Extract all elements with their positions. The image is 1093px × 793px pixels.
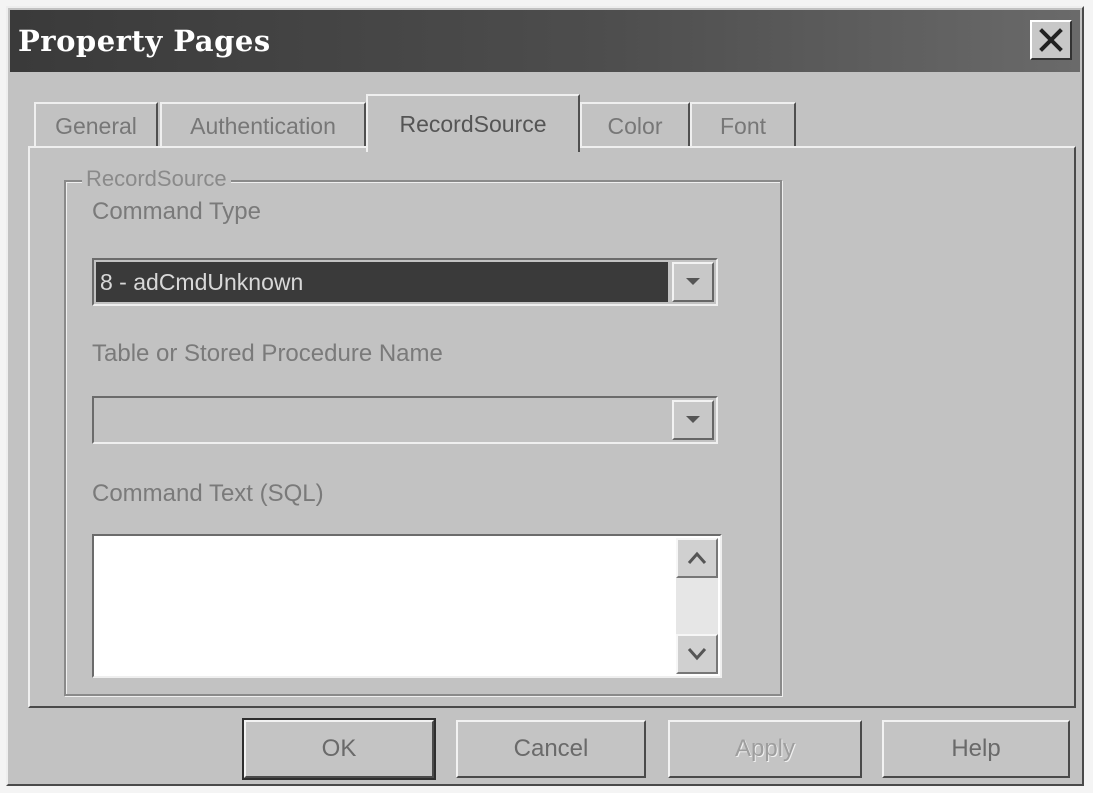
command-type-dropdown-button[interactable] — [672, 262, 714, 302]
close-button[interactable] — [1030, 20, 1072, 60]
tab-font-label: Font — [719, 112, 767, 139]
tab-recordsource[interactable]: RecordSource — [366, 94, 580, 152]
ok-button[interactable]: OK — [242, 718, 436, 780]
table-name-label: Table or Stored Procedure Name — [92, 340, 443, 367]
groupbox-legend: RecordSource — [82, 166, 231, 192]
help-button-label: Help — [951, 735, 1001, 762]
scroll-down-button[interactable] — [676, 634, 718, 674]
window-title: Property Pages — [18, 24, 271, 58]
command-text-scrollbar[interactable] — [676, 538, 718, 674]
command-type-select[interactable]: 8 - adCmdUnknown — [92, 258, 718, 306]
tab-general-label: General — [55, 112, 137, 139]
command-text-field[interactable] — [92, 534, 722, 678]
recordsource-tab-panel: RecordSource Command Type 8 - adCmdUnkno… — [28, 146, 1076, 708]
apply-button[interactable]: Apply — [668, 720, 862, 778]
tab-authentication-label: Authentication — [190, 112, 336, 139]
command-type-value: 8 - adCmdUnknown — [96, 262, 668, 302]
help-button[interactable]: Help — [882, 720, 1070, 778]
command-text-label: Command Text (SQL) — [92, 480, 324, 507]
tab-color[interactable]: Color — [580, 102, 690, 148]
scroll-up-button[interactable] — [676, 538, 718, 578]
property-pages-dialog: Property Pages General Authentication Re… — [6, 6, 1084, 786]
recordsource-groupbox: RecordSource Command Type 8 - adCmdUnkno… — [64, 166, 782, 696]
scroll-up-icon — [687, 551, 707, 564]
close-icon — [1039, 28, 1063, 52]
tab-recordsource-label: RecordSource — [399, 110, 547, 137]
command-type-label: Command Type — [92, 198, 261, 225]
chevron-down-icon — [686, 416, 700, 423]
tab-general[interactable]: General — [34, 102, 158, 148]
table-name-value — [96, 400, 668, 440]
table-name-dropdown-button[interactable] — [672, 400, 714, 440]
title-bar[interactable]: Property Pages — [10, 10, 1080, 72]
tab-authentication[interactable]: Authentication — [160, 102, 366, 148]
apply-button-label: Apply — [734, 735, 796, 762]
chevron-down-icon — [686, 278, 700, 285]
command-text-value — [98, 540, 672, 672]
cancel-button[interactable]: Cancel — [456, 720, 646, 778]
table-name-select[interactable] — [92, 396, 718, 444]
tab-color-label: Color — [607, 112, 663, 139]
ok-button-label: OK — [321, 735, 357, 762]
tab-font[interactable]: Font — [690, 102, 796, 148]
cancel-button-label: Cancel — [513, 735, 589, 762]
scroll-down-icon — [687, 648, 707, 661]
